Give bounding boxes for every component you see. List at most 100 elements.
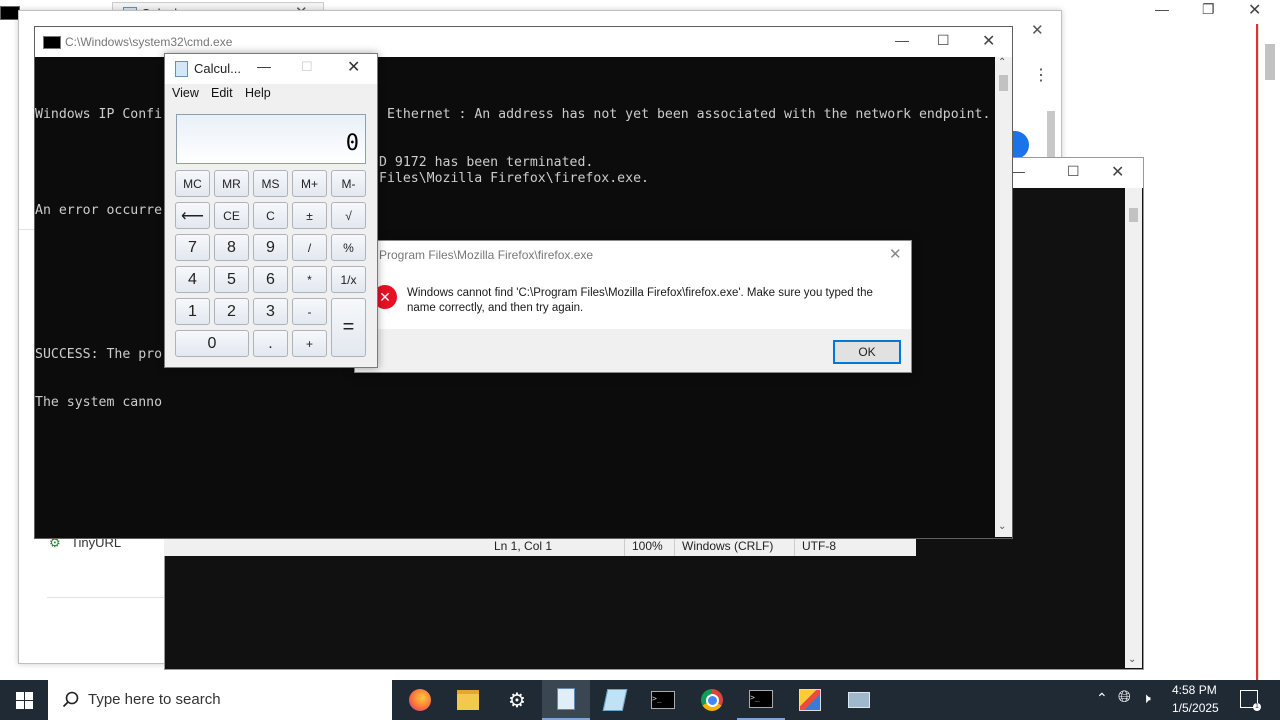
menu-help[interactable]: Help xyxy=(245,86,271,100)
paint-icon[interactable] xyxy=(591,680,639,720)
calculator-titlebar: Calcul... — ☐ ✕ xyxy=(165,54,377,84)
cmd-line: Windows IP Confi xyxy=(35,107,163,122)
minimize-icon[interactable]: — xyxy=(895,32,909,48)
scroll-up-icon[interactable]: ⌃ xyxy=(998,57,1006,68)
m-plus-button[interactable]: M+ xyxy=(292,170,327,197)
ms-button[interactable]: MS xyxy=(253,170,288,197)
digit-2-button[interactable]: 2 xyxy=(214,298,249,325)
background-scrollbar[interactable] xyxy=(1258,24,1280,680)
negate-button[interactable]: ± xyxy=(292,202,327,229)
vertical-scrollbar[interactable]: ⌃ ⌄ xyxy=(995,57,1012,537)
taskbar: Type here to search ⚙ >_ >_ ⌃ 🌐︎ 🕨︎ 4:58… xyxy=(0,680,1280,720)
calculator-window: Calcul... — ☐ ✕ View Edit Help 0 MC MR M… xyxy=(164,53,378,368)
minimize-icon[interactable]: — xyxy=(1011,163,1025,179)
notifications-icon[interactable]: 1 xyxy=(1240,690,1261,711)
digit-9-button[interactable]: 9 xyxy=(253,234,288,261)
minimize-icon[interactable]: — xyxy=(257,58,271,74)
maximize-icon[interactable]: ☐ xyxy=(1067,163,1080,180)
calculator-display: 0 xyxy=(176,114,366,164)
add-button[interactable]: + xyxy=(292,330,327,357)
scroll-down-icon[interactable]: ⌄ xyxy=(998,521,1006,532)
reciprocal-button[interactable]: 1/x xyxy=(331,266,366,293)
divider xyxy=(794,538,795,556)
multiply-button[interactable]: * xyxy=(292,266,327,293)
restore-icon[interactable]: ❐ xyxy=(1202,1,1215,18)
paint-shape xyxy=(602,689,628,711)
calculator-icon xyxy=(175,61,188,77)
cmd-line xyxy=(35,299,162,315)
digit-6-button[interactable]: 6 xyxy=(253,266,288,293)
calculator-menubar: View Edit Help xyxy=(165,84,377,104)
cmd-line xyxy=(35,251,162,267)
digit-5-button[interactable]: 5 xyxy=(214,266,249,293)
divider xyxy=(624,538,625,556)
clock-time[interactable]: 4:58 PM xyxy=(1172,683,1217,697)
file-explorer-icon[interactable] xyxy=(444,680,492,720)
cmd-icon xyxy=(43,36,61,49)
paint-app-icon[interactable] xyxy=(786,680,834,720)
firefox-icon[interactable] xyxy=(396,680,444,720)
percent-button[interactable]: % xyxy=(331,234,366,261)
digit-1-button[interactable]: 1 xyxy=(175,298,210,325)
volume-muted-icon[interactable]: 🕨︎ xyxy=(1142,690,1151,707)
ok-button[interactable]: OK xyxy=(833,340,901,364)
menu-edit[interactable]: Edit xyxy=(211,86,233,100)
close-icon[interactable]: ✕ xyxy=(982,31,995,51)
cmd-small-icon xyxy=(0,6,20,20)
clear-button[interactable]: C xyxy=(253,202,288,229)
search-placeholder: Type here to search xyxy=(88,691,221,708)
status-line-ending: Windows (CRLF) xyxy=(682,539,774,553)
digit-8-button[interactable]: 8 xyxy=(214,234,249,261)
notepad-icon[interactable] xyxy=(542,680,590,720)
scroll-down-icon[interactable]: ⌄ xyxy=(1128,654,1136,665)
decimal-button[interactable]: . xyxy=(253,330,288,357)
divide-button[interactable]: / xyxy=(292,234,327,261)
menu-view[interactable]: View xyxy=(172,86,199,100)
menu-dots-icon[interactable]: ⋮ xyxy=(1033,65,1049,85)
cmd-title: C:\Windows\system32\cmd.exe xyxy=(65,35,233,49)
settings-icon[interactable]: ⚙ xyxy=(493,680,541,720)
start-button[interactable] xyxy=(0,680,48,720)
dialog-footer: OK xyxy=(355,329,911,372)
scrollbar-thumb[interactable] xyxy=(1047,111,1055,161)
close-icon[interactable]: ✕ xyxy=(1111,162,1124,182)
scrollbar-thumb[interactable] xyxy=(1265,44,1275,80)
network-globe-icon[interactable]: 🌐︎ xyxy=(1118,689,1131,707)
digit-3-button[interactable]: 3 xyxy=(253,298,288,325)
ce-button[interactable]: CE xyxy=(214,202,249,229)
mr-button[interactable]: MR xyxy=(214,170,249,197)
close-icon[interactable]: ✕ xyxy=(889,245,902,263)
cmd-line-right: Ethernet : An address has not yet been a… xyxy=(387,107,991,122)
scrollbar-thumb[interactable] xyxy=(1129,208,1138,222)
mc-button[interactable]: MC xyxy=(175,170,210,197)
dialog-message-line2: name correctly, and then try again. xyxy=(407,302,584,314)
minimize-icon[interactable]: — xyxy=(1155,1,1169,17)
chrome-icon[interactable] xyxy=(688,680,736,720)
show-hidden-icons-icon[interactable]: ⌃ xyxy=(1096,690,1108,707)
digit-0-button[interactable]: 0 xyxy=(175,330,249,357)
vertical-scrollbar[interactable]: ⌄ xyxy=(1125,188,1142,668)
windows-logo-icon xyxy=(15,691,33,709)
clock-date[interactable]: 1/5/2025 xyxy=(1172,701,1219,715)
maximize-icon[interactable]: ☐ xyxy=(937,32,950,49)
network-app-icon[interactable] xyxy=(835,680,883,720)
close-icon[interactable]: ✕ xyxy=(1031,21,1044,39)
close-icon[interactable]: ✕ xyxy=(347,57,360,77)
chrome-logo xyxy=(701,689,723,711)
scrollbar-thumb[interactable] xyxy=(999,75,1008,91)
cmd-icon[interactable]: >_ xyxy=(639,680,687,720)
equals-button[interactable]: = xyxy=(331,298,366,357)
dialog-title: Program Files\Mozilla Firefox\firefox.ex… xyxy=(379,248,594,262)
error-dialog: Program Files\Mozilla Firefox\firefox.ex… xyxy=(354,240,912,373)
subtract-button[interactable]: - xyxy=(292,298,327,325)
m-minus-button[interactable]: M- xyxy=(331,170,366,197)
digit-7-button[interactable]: 7 xyxy=(175,234,210,261)
cmd-line xyxy=(35,155,162,171)
cmd-icon[interactable]: >_ xyxy=(737,680,785,720)
close-icon[interactable]: ✕ xyxy=(1248,0,1261,20)
search-box[interactable]: Type here to search xyxy=(48,680,392,720)
backspace-button[interactable]: ⟵ xyxy=(175,202,210,229)
status-zoom: 100% xyxy=(632,539,663,553)
digit-4-button[interactable]: 4 xyxy=(175,266,210,293)
sqrt-button[interactable]: √ xyxy=(331,202,366,229)
